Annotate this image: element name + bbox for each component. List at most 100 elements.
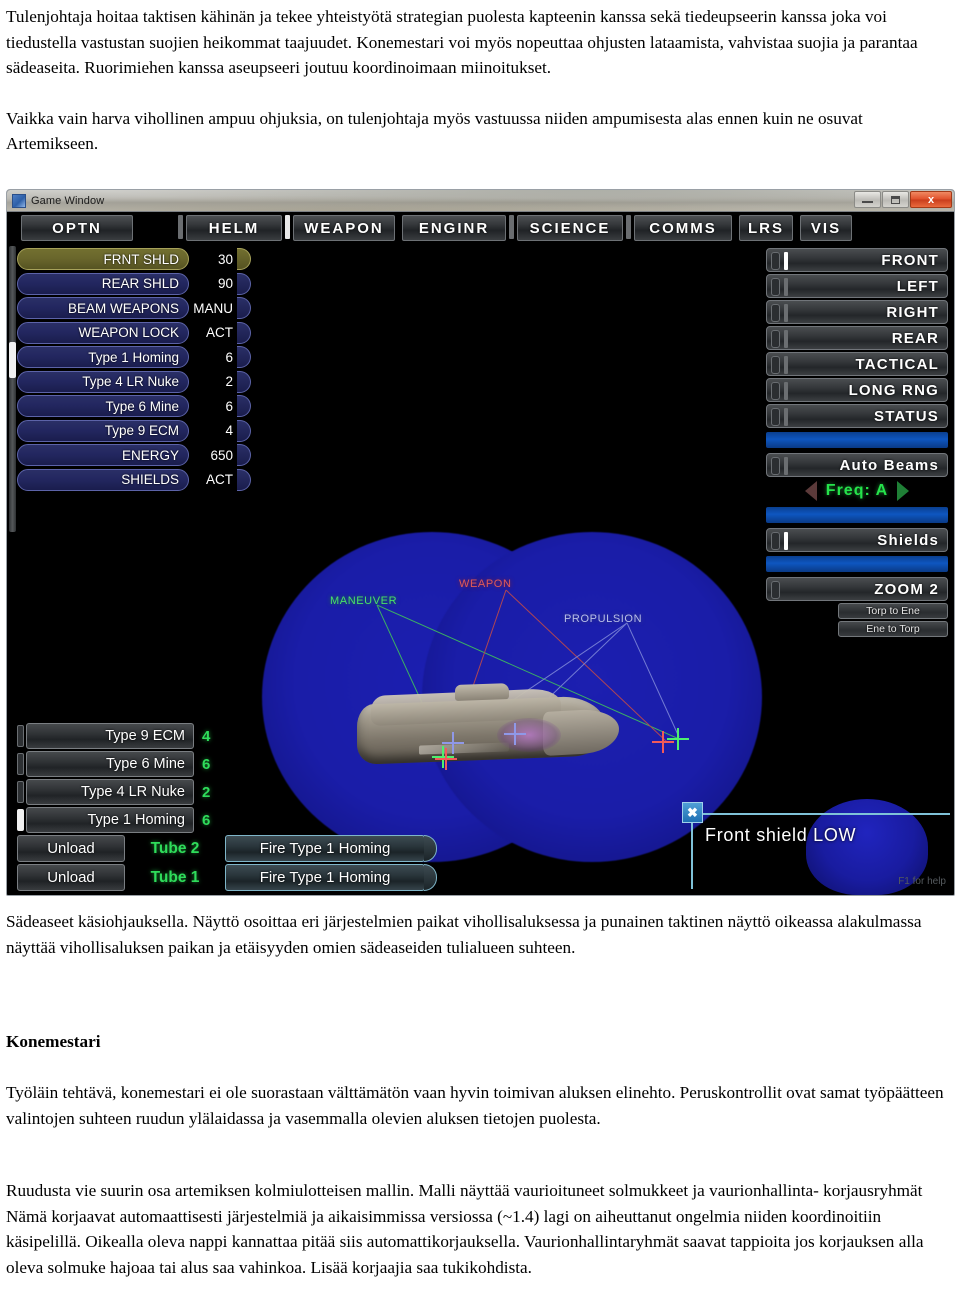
app-icon <box>12 193 26 208</box>
view-button-tactical[interactable]: TACTICAL <box>766 352 948 376</box>
torpedo-name: Type 1 Homing <box>26 807 194 833</box>
selection-tick <box>784 252 788 270</box>
figure-caption: Sädeaseet käsiohjauksella. Näyttö osoitt… <box>6 909 954 960</box>
system-value: 650 <box>210 447 233 463</box>
button-nub <box>771 581 780 599</box>
torpedo-count: 6 <box>202 811 211 829</box>
tab-helm[interactable]: HELM <box>186 215 282 241</box>
torpedo-row-type-4-lr-nuke[interactable]: Type 4 LR Nuke 2 <box>17 779 437 805</box>
nav-divider-1 <box>178 215 183 239</box>
energy-bar-shields[interactable] <box>766 507 948 523</box>
view-button-left[interactable]: LEFT <box>766 274 948 298</box>
torpedo-row-type-6-mine[interactable]: Type 6 Mine 6 <box>17 751 437 777</box>
system-cap <box>237 395 251 417</box>
tab-enginr[interactable]: ENGINR <box>402 215 506 241</box>
tab-lrs[interactable]: LRS <box>739 215 793 241</box>
system-name: Type 9 ECM <box>17 419 189 442</box>
system-value: ACT <box>206 472 233 487</box>
button-nub <box>771 532 780 550</box>
nav-divider-2 <box>509 215 514 239</box>
system-row-type-9-ecm[interactable]: Type 9 ECM 4 <box>17 419 257 442</box>
system-name: Type 1 Homing <box>17 346 189 368</box>
system-value: 4 <box>225 423 233 438</box>
system-name: Type 6 Mine <box>17 395 189 417</box>
nav-selection-marker <box>285 215 290 239</box>
left-scroll-thumb[interactable] <box>9 342 16 378</box>
view-button-label: RIGHT <box>886 303 939 321</box>
torpedo-row-type-9-ecm[interactable]: Type 9 ECM 4 <box>17 723 437 749</box>
alert-message-text: Front shield LOW <box>705 825 857 845</box>
chevron-right-icon[interactable] <box>897 481 910 501</box>
view-button-label: REAR <box>891 329 939 347</box>
section-paragraph-1: Työläin tehtävä, konemestari ei ole suor… <box>6 1083 944 1128</box>
system-row-type-4-lr-nuke[interactable]: Type 4 LR Nuke 2 <box>17 370 257 393</box>
torpedo-count: 4 <box>202 727 211 745</box>
system-row-beam-weapons[interactable]: BEAM WEAPONS MANU <box>17 297 257 319</box>
view-button-label: LEFT <box>896 277 939 295</box>
system-name: BEAM WEAPONS <box>17 297 189 319</box>
system-row-shields[interactable]: SHIELDS ACT <box>17 468 257 491</box>
maximize-button[interactable] <box>882 191 909 208</box>
tab-vis[interactable]: VIS <box>800 215 852 241</box>
close-button[interactable]: x <box>910 191 952 208</box>
button-nub <box>771 382 780 400</box>
fire-button-tube-2[interactable]: Fire Type 1 Homing <box>225 835 425 862</box>
view-button-label: TACTICAL <box>855 355 939 373</box>
system-status-panel: FRNT SHLD 30 REAR SHLD 90 BEAM WEAPONS M… <box>17 248 257 493</box>
auto-beams-button[interactable]: Auto Beams <box>766 453 948 477</box>
view-button-right[interactable]: RIGHT <box>766 300 948 324</box>
tube-row-1: Unload Tube 1 Fire Type 1 Homing <box>17 864 437 891</box>
close-icon[interactable]: ✖ <box>682 802 703 823</box>
energy-to-torp-button[interactable]: Ene to Torp <box>838 621 948 637</box>
node-marker-weapon-right <box>652 731 674 753</box>
view-button-status[interactable]: STATUS <box>766 404 948 428</box>
system-row-type-1-homing[interactable]: Type 1 Homing 6 <box>17 346 257 368</box>
torpedo-name: Type 9 ECM <box>26 723 194 749</box>
shields-button[interactable]: Shields <box>766 528 948 552</box>
button-nub <box>771 278 780 296</box>
window-controls: x <box>854 191 952 208</box>
torpedo-row-type-1-homing[interactable]: Type 1 Homing 6 <box>17 807 437 833</box>
button-nub <box>771 408 780 426</box>
system-row-type-6-mine[interactable]: Type 6 Mine 6 <box>17 395 257 417</box>
system-row-rear-shld[interactable]: REAR SHLD 90 <box>17 272 257 295</box>
minimize-icon <box>862 201 873 203</box>
node-label-maneuver: MANEUVER <box>330 595 398 607</box>
view-button-long-rng[interactable]: LONG RNG <box>766 378 948 402</box>
fire-button-tube-1[interactable]: Fire Type 1 Homing <box>225 864 425 891</box>
section-heading: Konemestari <box>6 1032 101 1051</box>
unload-button-tube-1[interactable]: Unload <box>17 864 125 891</box>
system-cap <box>237 272 251 295</box>
tab-science[interactable]: SCIENCE <box>517 215 623 241</box>
window-titlebar: Game Window x <box>7 190 954 212</box>
minimize-button[interactable] <box>854 191 881 208</box>
unload-button-tube-2[interactable]: Unload <box>17 835 125 862</box>
zoom-button[interactable]: ZOOM 2 <box>766 577 948 601</box>
tab-optn[interactable]: OPTN <box>21 215 133 241</box>
torpedo-select-nub <box>17 781 24 803</box>
energy-bar-beams[interactable] <box>766 432 948 448</box>
ship-bridge <box>455 683 509 701</box>
energy-bar-zoom[interactable] <box>766 556 948 572</box>
torp-to-energy-button[interactable]: Torp to Ene <box>838 603 948 619</box>
game-body: MANEUVER WEAPON PROPULSION ✖ Front shiel… <box>7 212 954 895</box>
torpedo-select-nub <box>17 753 24 775</box>
button-nub <box>771 304 780 322</box>
view-button-rear[interactable]: REAR <box>766 326 948 350</box>
system-name: REAR SHLD <box>17 272 189 295</box>
system-row-energy[interactable]: ENERGY 650 <box>17 444 257 466</box>
tab-comms[interactable]: COMMS <box>634 215 732 241</box>
button-nub <box>771 356 780 374</box>
view-button-front[interactable]: FRONT <box>766 248 948 272</box>
selection-tick <box>784 408 788 426</box>
torpedo-count: 6 <box>202 755 211 773</box>
system-row-frnt-shld[interactable]: FRNT SHLD 30 <box>17 248 257 270</box>
chevron-left-icon[interactable] <box>804 481 817 501</box>
system-row-weapon-lock[interactable]: WEAPON LOCK ACT <box>17 321 257 344</box>
system-cap <box>237 248 251 270</box>
tab-weapon[interactable]: WEAPON <box>293 215 395 241</box>
tube-row-2: Unload Tube 2 Fire Type 1 Homing <box>17 835 437 862</box>
button-nub <box>771 252 780 270</box>
torpedo-select-nub <box>17 809 24 831</box>
left-scroll-rail[interactable] <box>9 246 16 532</box>
